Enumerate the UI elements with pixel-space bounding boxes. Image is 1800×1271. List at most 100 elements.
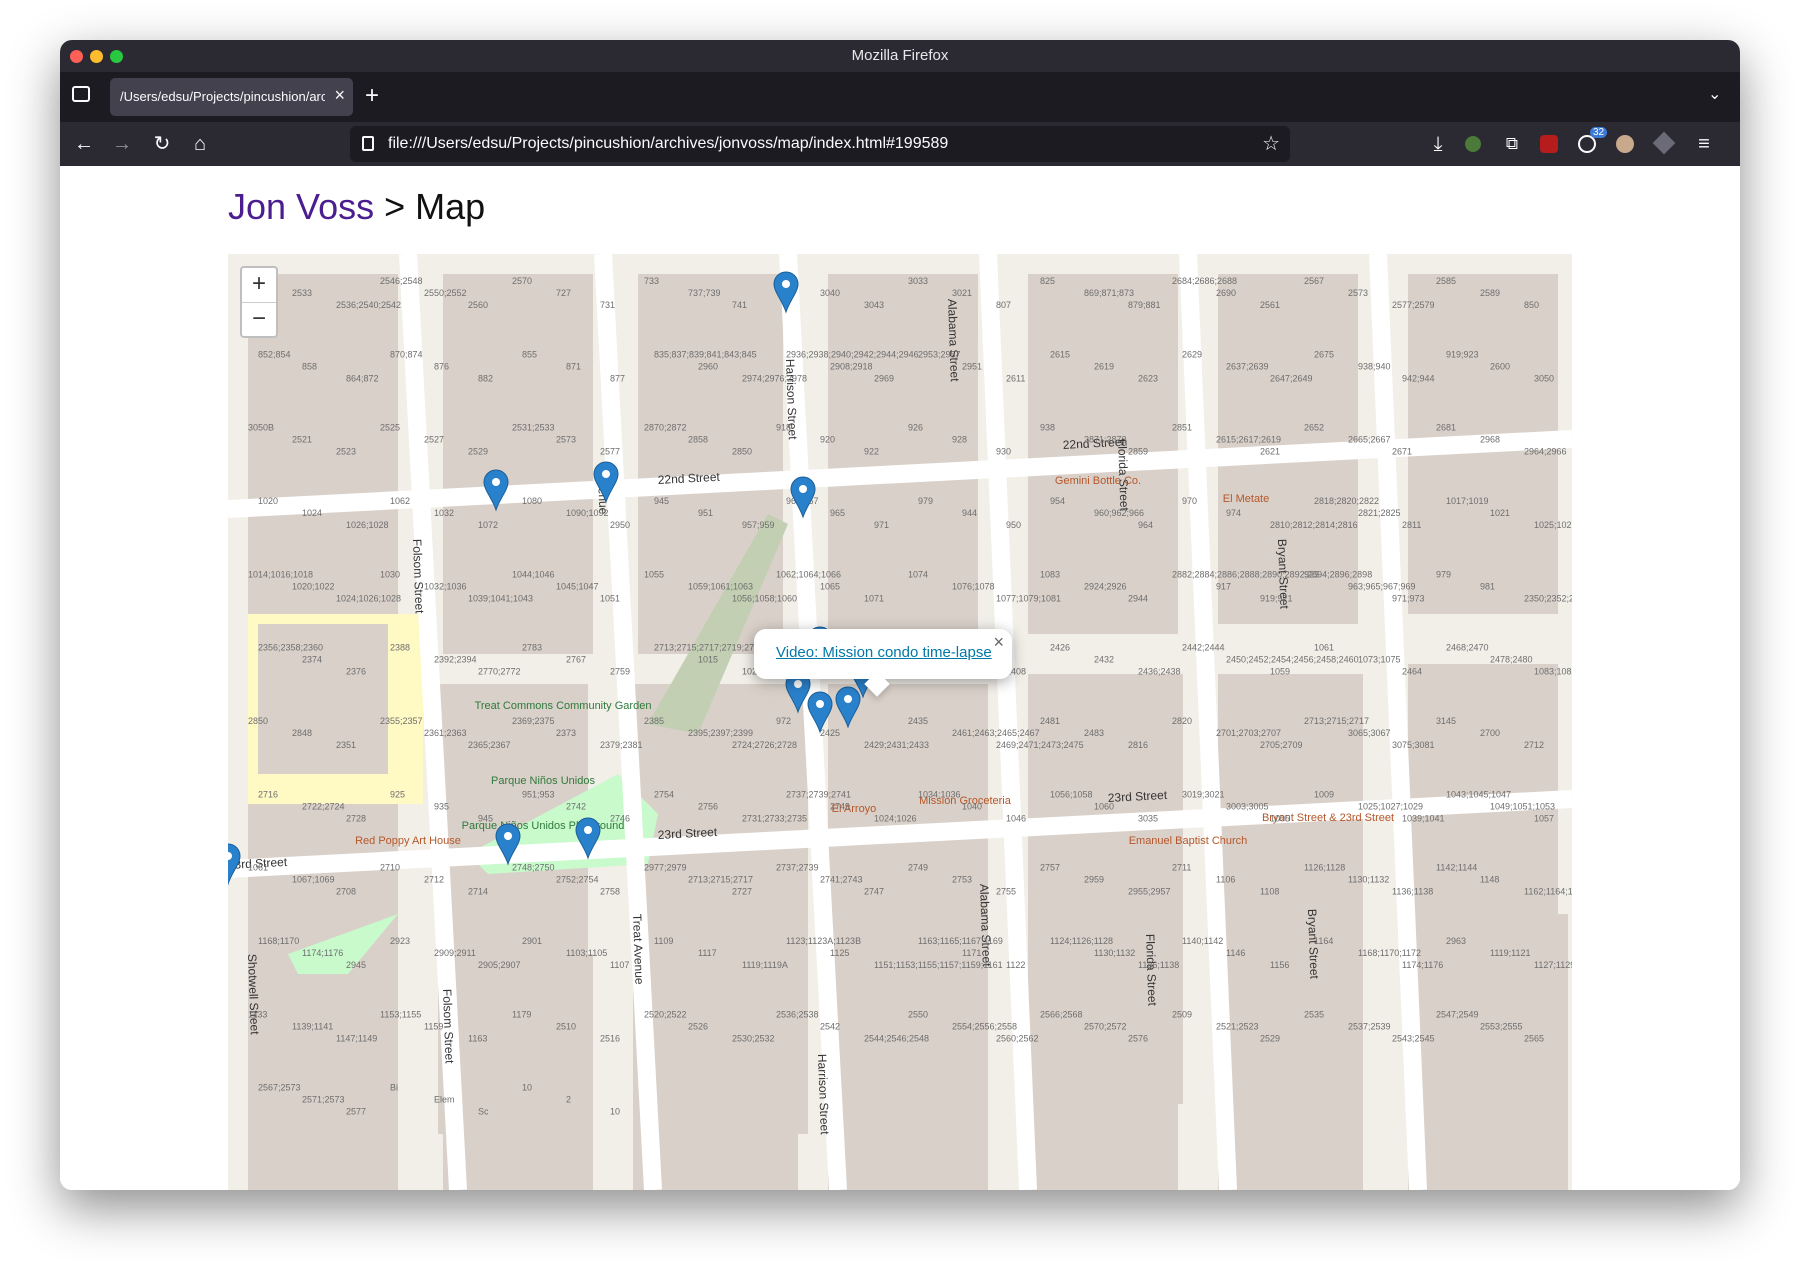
address-label: 1059 xyxy=(1270,667,1290,677)
address-label: 3019;3021 xyxy=(1182,789,1225,799)
address-label: 950 xyxy=(1006,520,1021,530)
address-label: 2553;2555 xyxy=(1480,1021,1523,1031)
home-link[interactable]: Jon Voss xyxy=(228,186,374,227)
address-label: 1045;1047 xyxy=(556,581,599,591)
address-label: 2566;2568 xyxy=(1040,1009,1083,1019)
address-label: 1073;1075 xyxy=(1358,655,1401,665)
address-label: 2737;2739;2741 xyxy=(786,789,851,799)
address-label: 2783 xyxy=(522,643,542,653)
address-label: 3021 xyxy=(952,288,972,298)
address-label: 2850 xyxy=(732,447,752,457)
address-label: 2521;2523 xyxy=(1216,1021,1259,1031)
back-icon[interactable]: ← xyxy=(72,132,96,156)
address-label: 2530;2532 xyxy=(732,1033,775,1043)
address-label: 1136;1138 xyxy=(1138,960,1179,970)
address-label: 2924;2926 xyxy=(1084,581,1127,591)
address-label: 2516 xyxy=(600,1033,620,1043)
address-label: 858 xyxy=(302,361,317,371)
address-label: 1090;1092 xyxy=(566,508,609,518)
address-label: 2716 xyxy=(258,789,278,799)
address-label: 1024;1026 xyxy=(874,813,917,823)
app-menu-icon[interactable]: ≡ xyxy=(1692,132,1716,156)
address-label: 1136;1138 xyxy=(1392,887,1433,897)
address-label: 2953;2957 xyxy=(918,349,961,359)
reload-icon[interactable]: ↻ xyxy=(150,132,174,156)
address-label: 2741;2743 xyxy=(820,875,863,885)
address-label: 1060 xyxy=(1094,801,1114,811)
address-label: 2737;2739 xyxy=(776,863,819,873)
address-label: 871 xyxy=(566,361,581,371)
home-icon[interactable]: ⌂ xyxy=(188,132,212,156)
address-label: 1043;1045;1047 xyxy=(1446,789,1511,799)
address-label: 807 xyxy=(996,300,1011,310)
address-label: 2550;2552 xyxy=(424,288,467,298)
address-label: 2544;2546;2548 xyxy=(864,1033,929,1043)
tab-overview-icon[interactable] xyxy=(72,86,90,102)
address-label: 938;940 xyxy=(1358,361,1391,371)
address-label: 850 xyxy=(1524,300,1539,310)
address-label: 3035 xyxy=(1138,813,1158,823)
address-label: 981 xyxy=(1480,581,1495,591)
address-label: 1077;1079;1081 xyxy=(996,593,1061,603)
address-label: 2510 xyxy=(556,1021,576,1031)
address-label: 2388 xyxy=(390,643,410,653)
map[interactable]: 22nd Street 22nd Street 23rd Street 23rd St… xyxy=(228,254,1572,1190)
address-label: 2700 xyxy=(1480,728,1500,738)
address-label: 2671 xyxy=(1392,447,1412,457)
zoom-in-button[interactable]: + xyxy=(242,268,276,303)
popup-close-icon[interactable]: × xyxy=(993,632,1004,653)
new-tab-button[interactable]: + xyxy=(365,82,379,110)
address-label: 1057 xyxy=(1534,813,1554,823)
popup-video-link[interactable]: Video: Mission condo time-lapse xyxy=(776,644,992,661)
address-label: 945 xyxy=(654,496,669,506)
address-label: 1049;1051;1053 xyxy=(1490,801,1555,811)
address-label: 2945 xyxy=(346,960,366,970)
downloads-icon[interactable]: ⤓ xyxy=(1426,132,1450,156)
street-label: Treat Avenue xyxy=(630,914,646,985)
address-label: 974 xyxy=(1226,508,1241,518)
address-label: 2681 xyxy=(1436,423,1456,433)
address-label: 954 xyxy=(1050,496,1065,506)
bookmark-star-icon[interactable]: ☆ xyxy=(1262,131,1280,156)
ublock-icon[interactable] xyxy=(1540,135,1558,153)
address-label: 1163;1165;1167;1169 xyxy=(918,936,1003,946)
browser-window: Mozilla Firefox /Users/edsu/Projects/pin… xyxy=(60,40,1740,1190)
address-label: 3040 xyxy=(820,288,840,298)
address-label: 2820 xyxy=(1172,716,1192,726)
address-label: 2767 xyxy=(566,655,586,665)
extension-icon[interactable] xyxy=(1465,136,1481,152)
address-label: 2870;2872 xyxy=(644,423,687,433)
active-tab[interactable]: /Users/edsu/Projects/pincushion/archives… xyxy=(110,78,353,116)
address-label: 926 xyxy=(908,423,923,433)
address-label: Elem xyxy=(434,1095,455,1105)
address-label: 2577 xyxy=(600,447,620,457)
extensions-puzzle-icon[interactable]: ⧉ xyxy=(1500,132,1524,156)
address-label: 957;959 xyxy=(742,520,775,530)
address-label: 923 xyxy=(1304,569,1319,579)
address-label: 2 xyxy=(566,1095,571,1105)
address-label: 2816 xyxy=(1128,740,1148,750)
address-label: 2526 xyxy=(688,1021,708,1031)
address-label: 1032 xyxy=(434,508,454,518)
address-label: 2850 xyxy=(248,716,268,726)
address-label: 2589 xyxy=(1480,288,1500,298)
map-block xyxy=(828,944,988,1190)
address-label: 2923 xyxy=(390,936,410,946)
address-label: 930 xyxy=(996,447,1011,457)
url-bar[interactable]: file:///Users/edsu/Projects/pincushion/a… xyxy=(350,126,1290,162)
address-label: 3003;3005 xyxy=(1226,801,1269,811)
address-label: 2570 xyxy=(512,276,532,286)
address-label: 864;872 xyxy=(346,373,379,383)
address-label: 1061 xyxy=(1314,643,1334,653)
container-icon[interactable] xyxy=(1652,131,1676,155)
forward-icon[interactable]: → xyxy=(110,132,134,156)
zoom-out-button[interactable]: − xyxy=(242,303,276,337)
address-label: 2708 xyxy=(336,887,356,897)
address-label: 2848 xyxy=(292,728,312,738)
address-label: 1026;1028 xyxy=(346,520,389,530)
account-avatar-icon[interactable] xyxy=(1616,135,1634,153)
address-label: 1122 xyxy=(1006,960,1025,970)
map-marker[interactable] xyxy=(228,843,241,886)
list-all-tabs-icon[interactable]: ⌄ xyxy=(1708,84,1721,104)
tab-close-icon[interactable]: × xyxy=(334,85,345,106)
